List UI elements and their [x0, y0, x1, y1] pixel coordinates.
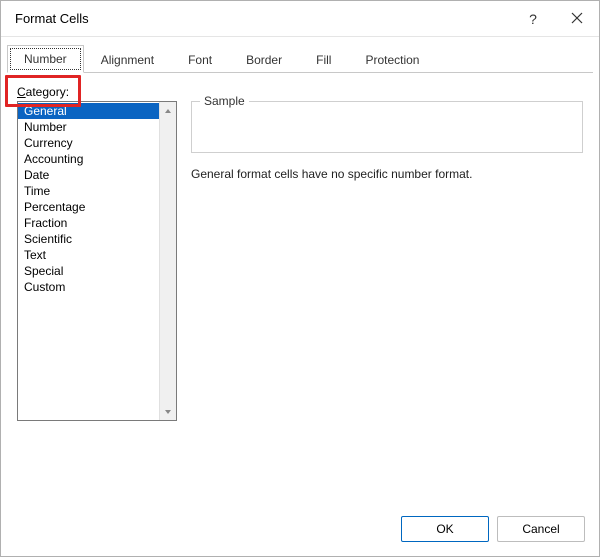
category-item[interactable]: Fraction [18, 215, 159, 231]
category-item[interactable]: General [18, 103, 159, 119]
chevron-up-icon [164, 104, 172, 118]
right-pane: Sample General format cells have no spec… [191, 101, 583, 498]
category-label: Category: [17, 85, 583, 99]
tab-font[interactable]: Font [171, 46, 229, 73]
category-item[interactable]: Time [18, 183, 159, 199]
category-item[interactable]: Percentage [18, 199, 159, 215]
category-item[interactable]: Date [18, 167, 159, 183]
help-icon: ? [529, 11, 537, 27]
cancel-button[interactable]: Cancel [497, 516, 585, 542]
tab-protection[interactable]: Protection [348, 46, 436, 73]
category-item[interactable]: Text [18, 247, 159, 263]
help-button[interactable]: ? [511, 1, 555, 37]
category-item[interactable]: Scientific [18, 231, 159, 247]
sample-value [200, 122, 574, 136]
dialog-body: Category: GeneralNumberCurrencyAccountin… [1, 73, 599, 506]
chevron-down-icon [164, 405, 172, 419]
format-cells-dialog: Format Cells ? NumberAlignmentFontBorder… [0, 0, 600, 557]
tab-fill[interactable]: Fill [299, 46, 348, 73]
category-item[interactable]: Number [18, 119, 159, 135]
close-button[interactable] [555, 1, 599, 37]
close-icon [571, 11, 583, 27]
category-listbox[interactable]: GeneralNumberCurrencyAccountingDateTimeP… [17, 101, 177, 421]
scrollbar[interactable] [159, 102, 176, 420]
tab-number[interactable]: Number [7, 45, 84, 73]
tab-alignment[interactable]: Alignment [84, 46, 171, 73]
category-item[interactable]: Accounting [18, 151, 159, 167]
scroll-down-button[interactable] [160, 403, 176, 420]
tab-border[interactable]: Border [229, 46, 299, 73]
titlebar: Format Cells ? [1, 1, 599, 37]
tabs: NumberAlignmentFontBorderFillProtection [7, 43, 593, 73]
ok-button[interactable]: OK [401, 516, 489, 542]
scroll-up-button[interactable] [160, 102, 176, 119]
category-item[interactable]: Special [18, 263, 159, 279]
category-item[interactable]: Currency [18, 135, 159, 151]
dialog-title: Format Cells [15, 11, 511, 26]
category-item[interactable]: Custom [18, 279, 159, 295]
dialog-footer: OK Cancel [1, 506, 599, 556]
category-description: General format cells have no specific nu… [191, 167, 583, 181]
category-list-inner: GeneralNumberCurrencyAccountingDateTimeP… [18, 102, 159, 420]
tabs-container: NumberAlignmentFontBorderFillProtection [1, 37, 599, 73]
sample-group: Sample [191, 101, 583, 153]
scroll-track[interactable] [160, 119, 176, 403]
sample-legend: Sample [200, 94, 249, 108]
